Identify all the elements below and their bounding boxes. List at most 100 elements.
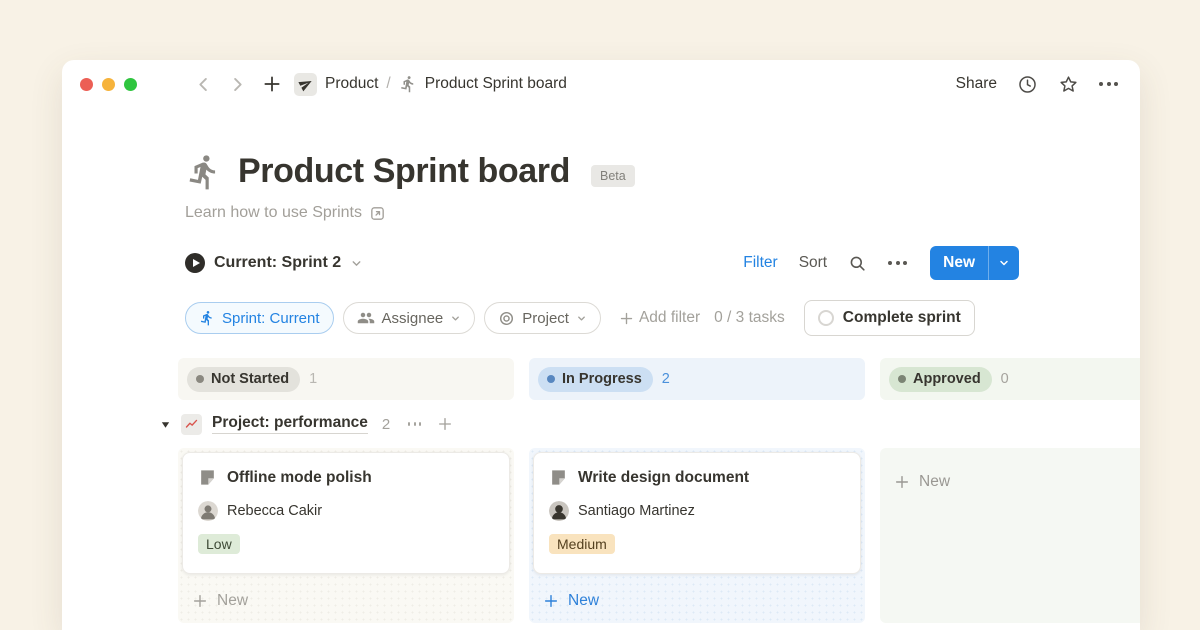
- avatar-santiago-martinez: [549, 501, 569, 521]
- group-count: 2: [382, 416, 390, 433]
- current-sprint-play-icon: [185, 253, 205, 273]
- breadcrumb-page[interactable]: Product Sprint board: [425, 75, 567, 93]
- column-body-not-started: Offline mode polish Rebecca Cakir Low Ne…: [178, 448, 514, 623]
- target-icon: [498, 310, 515, 327]
- runner-icon: [199, 310, 215, 326]
- maximize-window-button[interactable]: [124, 78, 137, 91]
- column-count: 0: [1001, 371, 1009, 387]
- add-filter-button[interactable]: Add filter: [619, 309, 700, 327]
- sprint-chip-label: Sprint: Current: [222, 310, 320, 327]
- task-count: 0 / 3 tasks: [714, 309, 785, 327]
- filter-button[interactable]: Filter: [743, 254, 777, 272]
- add-card-approved[interactable]: New: [884, 464, 1136, 500]
- view-label: Current: Sprint 2: [214, 254, 341, 272]
- favorite-star-icon[interactable]: [1058, 74, 1079, 95]
- page-icon: [549, 468, 568, 487]
- new-card-label: New: [217, 592, 248, 610]
- new-card-label: New: [919, 473, 950, 491]
- page-title: Product Sprint board: [238, 152, 570, 191]
- task-card-write-design-document[interactable]: Write design document Santiago Martinez …: [533, 452, 861, 574]
- chevron-down-icon: [576, 313, 587, 324]
- close-window-button[interactable]: [80, 78, 93, 91]
- traffic-lights: [80, 78, 137, 91]
- column-header-approved[interactable]: Approved 0: [880, 358, 1140, 400]
- new-task-chevron-icon[interactable]: [989, 246, 1019, 280]
- share-button[interactable]: Share: [956, 75, 997, 93]
- priority-tag-low: Low: [198, 534, 240, 554]
- new-task-button[interactable]: New: [930, 246, 1019, 280]
- task-card-offline-mode-polish[interactable]: Offline mode polish Rebecca Cakir Low: [182, 452, 510, 574]
- group-label[interactable]: Project: performance: [212, 414, 368, 434]
- beta-badge: Beta: [591, 165, 635, 187]
- add-filter-label: Add filter: [639, 309, 700, 327]
- sidebar-menu-icon[interactable]: [159, 76, 179, 91]
- card-title: Offline mode polish: [227, 469, 372, 487]
- teamspace-send-icon: [294, 73, 317, 96]
- status-pill-approved: Approved: [889, 367, 992, 392]
- chevron-down-icon: [450, 313, 461, 324]
- more-options-icon[interactable]: [1099, 82, 1118, 86]
- complete-sprint-label: Complete sprint: [843, 309, 961, 327]
- status-label: In Progress: [562, 371, 642, 387]
- plus-icon: [894, 474, 910, 490]
- sprint-view-switcher[interactable]: Current: Sprint 2: [185, 253, 363, 273]
- chart-icon: [181, 414, 202, 435]
- breadcrumb-team[interactable]: Product: [325, 75, 378, 93]
- sprint-board: Not Started 1 In Progress 2 Approved 0: [178, 358, 1140, 623]
- complete-sprint-button[interactable]: Complete sprint: [804, 300, 975, 336]
- clock-icon[interactable]: [1017, 74, 1038, 95]
- status-dot: [898, 375, 906, 383]
- app-window: Product / Product Sprint board Share Pro…: [62, 60, 1140, 630]
- group-options-icon[interactable]: [408, 418, 421, 431]
- column-count: 2: [662, 371, 670, 387]
- add-card-in-progress[interactable]: New: [533, 583, 861, 619]
- progress-ring-icon: [818, 310, 834, 326]
- runner-icon: [399, 75, 417, 93]
- assignee-name: Santiago Martinez: [578, 503, 695, 519]
- new-page-plus-icon[interactable]: [262, 74, 282, 94]
- status-label: Approved: [913, 371, 981, 387]
- new-task-label: New: [930, 246, 988, 280]
- project-chip-label: Project: [522, 310, 569, 327]
- group-row-project-performance: Project: performance 2: [160, 400, 1140, 448]
- column-body-approved: New: [880, 448, 1140, 623]
- group-add-icon[interactable]: [437, 416, 453, 432]
- people-icon: [357, 309, 375, 327]
- assignee-filter-chip[interactable]: Assignee: [343, 302, 476, 334]
- assignee-name: Rebecca Cakir: [227, 503, 322, 519]
- column-header-in-progress[interactable]: In Progress 2: [529, 358, 865, 400]
- collapse-triangle-icon[interactable]: [160, 419, 171, 430]
- new-card-label: New: [568, 592, 599, 610]
- chevron-down-icon: [350, 257, 363, 270]
- status-pill-in-progress: In Progress: [538, 367, 653, 392]
- page-icon: [198, 468, 217, 487]
- status-label: Not Started: [211, 371, 289, 387]
- column-header-not-started[interactable]: Not Started 1: [178, 358, 514, 400]
- search-icon[interactable]: [848, 254, 867, 273]
- priority-tag-medium: Medium: [549, 534, 615, 554]
- assignee-chip-label: Assignee: [382, 310, 444, 327]
- avatar-rebecca-cakir: [198, 501, 218, 521]
- status-dot: [196, 375, 204, 383]
- sort-button[interactable]: Sort: [799, 254, 827, 272]
- column-body-in-progress: Write design document Santiago Martinez …: [529, 448, 865, 623]
- plus-icon: [619, 311, 634, 326]
- sprint-filter-chip[interactable]: Sprint: Current: [185, 302, 334, 334]
- breadcrumb: Product / Product Sprint board: [294, 73, 567, 96]
- learn-sprints-link[interactable]: Learn how to use Sprints: [185, 204, 362, 222]
- page-runner-icon[interactable]: [185, 153, 223, 191]
- add-card-not-started[interactable]: New: [182, 583, 510, 619]
- view-options-icon[interactable]: [888, 261, 907, 265]
- column-count: 1: [309, 371, 317, 387]
- back-icon[interactable]: [194, 75, 213, 94]
- minimize-window-button[interactable]: [102, 78, 115, 91]
- project-filter-chip[interactable]: Project: [484, 302, 601, 334]
- card-title: Write design document: [578, 469, 749, 487]
- window-topbar: Product / Product Sprint board Share: [62, 60, 1140, 108]
- forward-icon[interactable]: [228, 75, 247, 94]
- status-pill-not-started: Not Started: [187, 367, 300, 392]
- external-link-icon[interactable]: [369, 205, 386, 222]
- status-dot: [547, 375, 555, 383]
- plus-icon: [543, 593, 559, 609]
- breadcrumb-separator: /: [386, 75, 390, 93]
